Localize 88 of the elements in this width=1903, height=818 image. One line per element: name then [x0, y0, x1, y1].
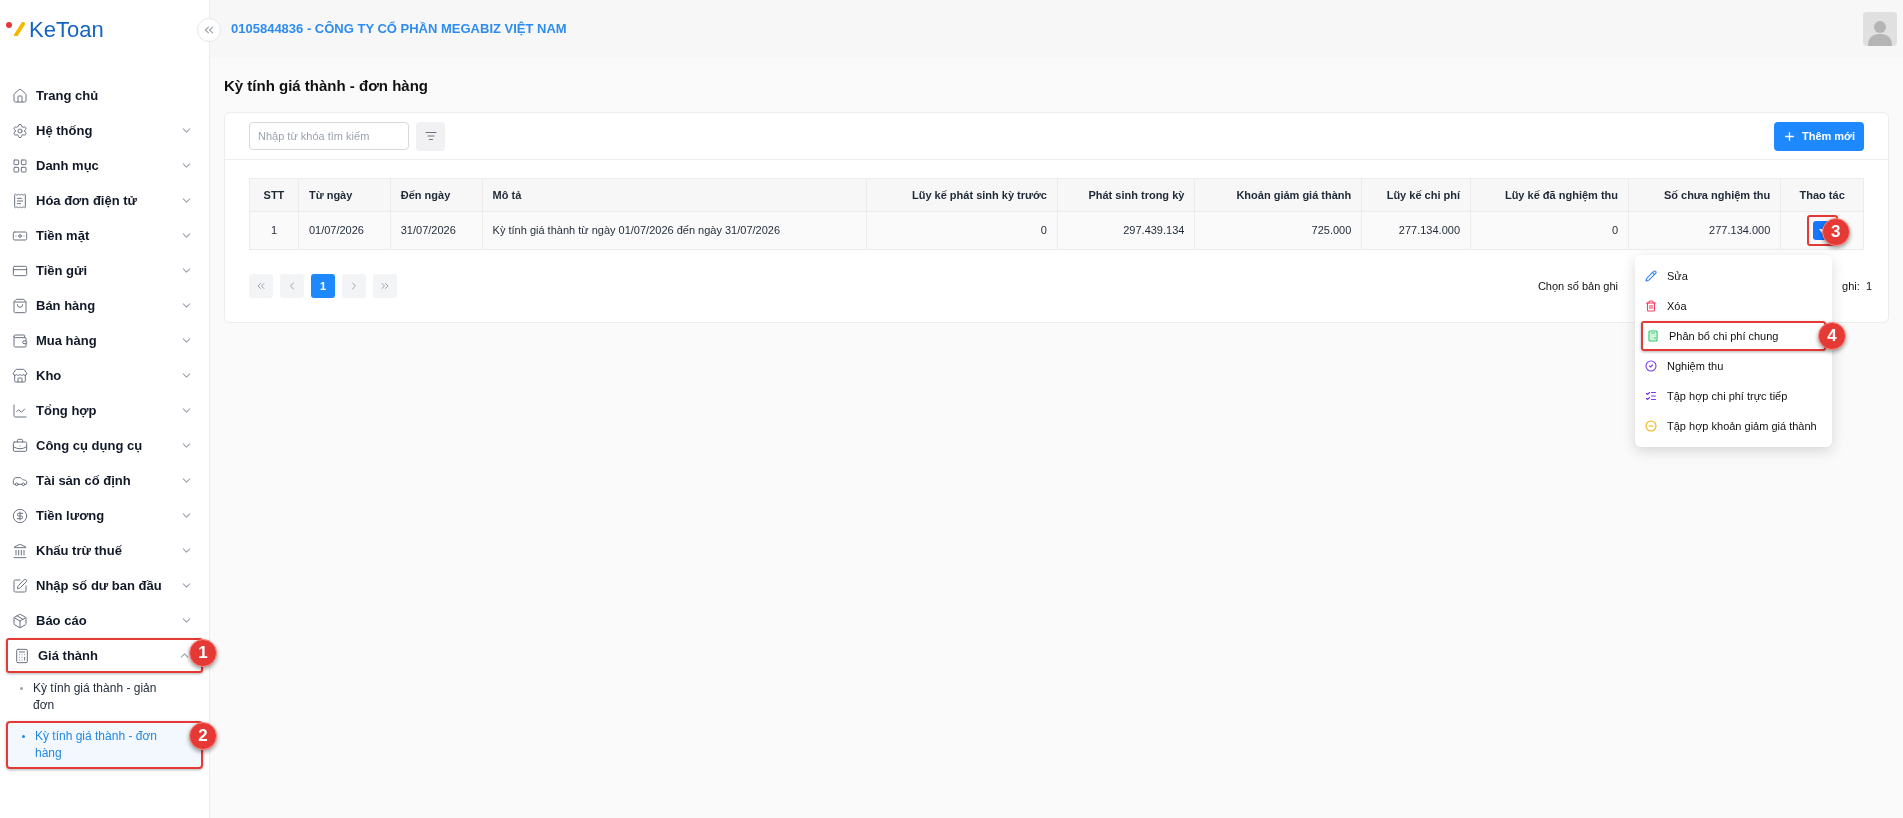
column-header: Phát sinh trong kỳ — [1057, 178, 1195, 212]
column-header: Lũy kế phát sinh kỳ trước — [866, 178, 1058, 212]
previous-page-button[interactable] — [280, 274, 304, 298]
table-cell: 1 — [249, 211, 299, 250]
column-header: Mô tả — [482, 178, 867, 212]
company-name: 0105844836 - CÔNG TY CỔ PHẦN MEGABIZ VIỆT NAM — [231, 20, 567, 39]
first-page-button[interactable] — [249, 274, 273, 298]
logo-mark-icon — [6, 22, 26, 36]
column-header: Đến ngày — [390, 178, 483, 212]
sidebar-item[interactable]: Tài sản cố định — [6, 463, 203, 498]
table-cell: 01/07/2026 — [298, 211, 391, 250]
search-field[interactable]: Nhập từ khóa tìm kiếm — [249, 122, 409, 150]
sidebar-item[interactable]: Hệ thống — [6, 113, 203, 148]
check-circle-icon — [1645, 360, 1657, 372]
column-header: Khoản giảm giá thành — [1194, 178, 1362, 212]
calculator-icon — [14, 647, 30, 664]
line-chart-icon — [12, 402, 28, 419]
user-avatar[interactable] — [1863, 12, 1897, 46]
double-chevron-left-icon — [255, 280, 267, 292]
sidebar-item[interactable]: Mua hàng — [6, 323, 203, 358]
edit-icon — [12, 577, 28, 594]
sidebar-item[interactable]: Tiền gửi — [6, 253, 203, 288]
column-header: Từ ngày — [298, 178, 391, 212]
briefcase-icon — [12, 437, 28, 454]
menu-item[interactable]: Xóa — [1641, 291, 1826, 321]
sidebar-item[interactable]: Tiền mặt — [6, 218, 203, 253]
column-header: Lũy kế chi phí — [1361, 178, 1471, 212]
table-cell: 277.134.000 — [1361, 211, 1471, 250]
wallet-icon — [12, 332, 28, 349]
receipt-icon — [12, 192, 28, 209]
callout-badge: 1 — [189, 639, 217, 667]
logo-text: KeToan — [29, 15, 104, 44]
table-cell: 297.439.134 — [1057, 211, 1195, 250]
sidebar-item[interactable]: Tiền lương — [6, 498, 203, 533]
sidebar-subitem[interactable]: Kỳ tính giá thành - giản đơn — [6, 675, 203, 719]
sidebar-item[interactable]: Hóa đơn điện tử — [6, 183, 203, 218]
bullet-icon — [20, 687, 23, 690]
sidebar-item[interactable]: Khấu trừ thuế — [6, 533, 203, 568]
sidebar-item[interactable]: Nhập số dư ban đầu — [6, 568, 203, 603]
page-title: Kỳ tính giá thành - đơn hàng — [224, 76, 429, 96]
menu-item[interactable]: Nghiệm thu — [1641, 351, 1826, 381]
sidebar-item[interactable]: Bán hàng — [6, 288, 203, 323]
sidebar-item[interactable]: Tổng hợp — [6, 393, 203, 428]
page-size-label: Chọn số bản ghi — [1537, 278, 1619, 294]
table-cell: Kỳ tính giá thành từ ngày 01/07/2026 đến ngày 31/07/2026 — [482, 211, 867, 250]
plus-icon — [1782, 129, 1796, 143]
column-header: Số chưa nghiệm thu — [1628, 178, 1781, 212]
sidebar-item[interactable]: Trang chủ — [6, 78, 203, 113]
table-cell: 277.134.000 — [1628, 211, 1781, 250]
sidebar-item[interactable]: Danh mục — [6, 148, 203, 183]
double-chevron-left-icon — [202, 23, 216, 37]
table-cell: 0 — [866, 211, 1058, 250]
table-cell: 0 — [1470, 211, 1629, 250]
total-records-label: ghi: 1 — [1842, 278, 1872, 294]
last-page-button[interactable] — [373, 274, 397, 298]
store-icon — [12, 367, 28, 384]
menu-item[interactable]: Tập hợp chi phí trực tiếp — [1641, 381, 1826, 411]
checklist-icon — [1645, 390, 1657, 402]
minus-circle-icon — [1645, 420, 1657, 432]
bank-icon — [12, 542, 28, 559]
package-icon — [12, 612, 28, 629]
table-cell: 31/07/2026 — [390, 211, 483, 250]
filter-button[interactable] — [416, 121, 445, 151]
house-icon — [12, 87, 28, 104]
column-header: Thao tác — [1780, 178, 1864, 212]
sidebar-item[interactable]: Công cụ dụng cụ — [6, 428, 203, 463]
bullet-icon — [22, 735, 25, 738]
column-header: Lũy kế đã nghiệm thu — [1470, 178, 1629, 212]
menu-item[interactable]: Sửa — [1641, 261, 1826, 291]
callout-badge: 3 — [1821, 218, 1850, 246]
settings-icon — [12, 122, 28, 139]
grid-icon — [12, 157, 28, 174]
trash-icon — [1645, 300, 1657, 312]
pencil-icon — [1645, 270, 1657, 282]
dollar-icon — [12, 507, 28, 524]
person-silhouette-icon — [1867, 18, 1893, 46]
table-cell: 725.000 — [1194, 211, 1362, 250]
column-header: STT — [249, 178, 299, 212]
bag-icon — [12, 297, 28, 314]
callout-badge: 4 — [1818, 322, 1846, 350]
double-chevron-right-icon — [379, 280, 391, 292]
sidebar-item[interactable]: Báo cáo — [6, 603, 203, 638]
filter-icon — [424, 130, 437, 142]
collapse-sidebar-button[interactable] — [197, 18, 221, 42]
next-page-button[interactable] — [342, 274, 366, 298]
menu-item[interactable]: Tập hợp khoản giảm giá thành — [1641, 411, 1826, 441]
sidebar-item[interactable]: Kho — [6, 358, 203, 393]
calculator-icon — [1647, 330, 1659, 342]
